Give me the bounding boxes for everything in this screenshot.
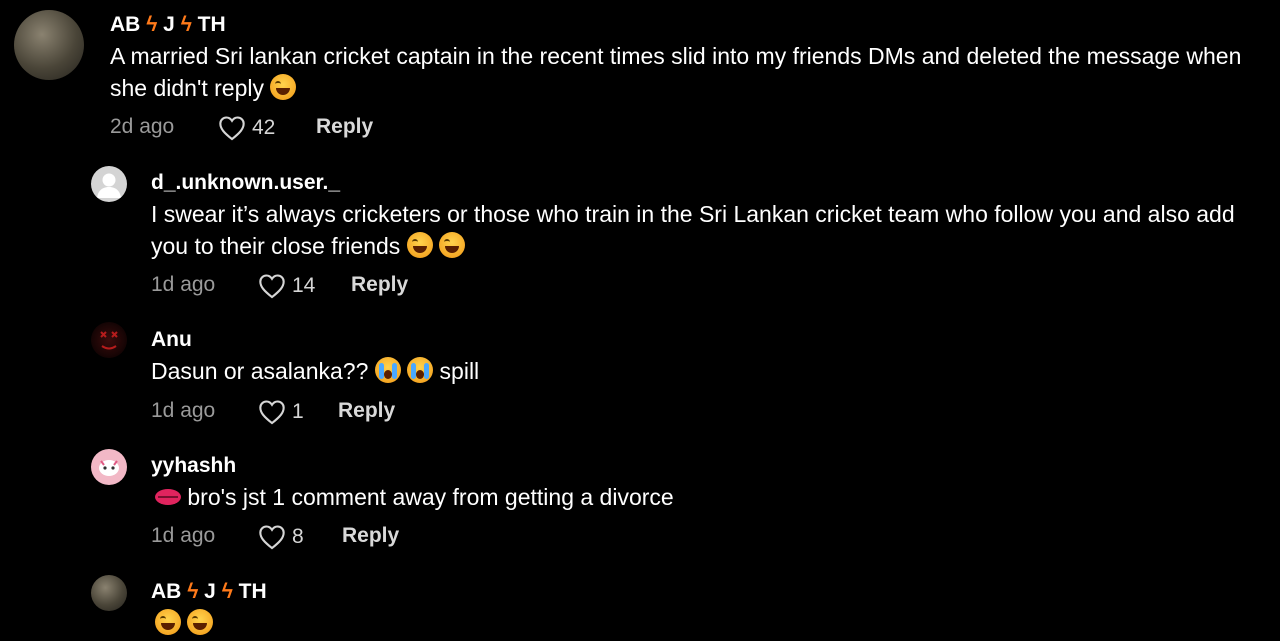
comment-text	[155, 607, 355, 639]
like-count: 1	[292, 400, 304, 423]
reply-button[interactable]: Reply	[342, 524, 399, 548]
heart-outline-icon	[259, 525, 285, 550]
comment-text: Dasun or asalanka?? spill	[151, 355, 1251, 387]
timestamp: 1d ago	[151, 399, 216, 422]
username-part: AB	[151, 580, 182, 603]
comment-text-content: Dasun or asalanka??	[151, 358, 369, 384]
avatar[interactable]	[14, 10, 84, 80]
lightning-bolt-icon: ϟ	[180, 13, 192, 36]
reply-button[interactable]: Reply	[338, 399, 395, 423]
like-button[interactable]: 8	[258, 524, 304, 550]
heart-outline-icon	[219, 116, 245, 141]
username[interactable]: AB ϟ J ϟ TH	[151, 580, 267, 604]
like-count: 14	[292, 274, 316, 297]
laughing-emoji-icon	[270, 74, 297, 100]
username[interactable]: yyhashh	[151, 454, 236, 478]
crying-emoji-icon	[374, 357, 401, 383]
laughing-emoji-icon	[439, 232, 466, 258]
like-button[interactable]: 42	[218, 115, 275, 141]
username-part: J	[163, 13, 175, 36]
lightning-bolt-icon: ϟ	[187, 580, 199, 603]
reply-button[interactable]: Reply	[316, 115, 373, 139]
username-part: AB	[110, 13, 141, 36]
avatar[interactable]	[91, 322, 127, 358]
crying-emoji-icon	[407, 357, 434, 383]
heart-outline-icon	[259, 400, 285, 425]
lightning-bolt-icon: ϟ	[221, 580, 233, 603]
like-count: 42	[252, 116, 276, 139]
comment-text-content: spill	[439, 358, 480, 384]
face-icon	[100, 331, 118, 350]
comment-text-content: bro's jst 1 comment away from getting a …	[187, 484, 674, 510]
timestamp: 1d ago	[151, 273, 216, 296]
comment-meta: 1d ago 1 Reply	[151, 399, 451, 427]
default-user-icon	[97, 173, 121, 198]
username-part: J	[204, 580, 216, 603]
comment-meta: 2d ago 42 Reply	[110, 115, 410, 143]
timestamp: 2d ago	[110, 115, 175, 138]
comment-meta: 1d ago 8 Reply	[151, 524, 451, 552]
timestamp: 1d ago	[151, 524, 216, 547]
comment-text: A married Sri lankan cricket captain in …	[110, 40, 1270, 104]
like-button[interactable]: 1	[258, 399, 304, 425]
comment-text-content: I swear it’s always cricketers or those …	[151, 201, 1235, 259]
like-button[interactable]: 14	[258, 273, 315, 299]
username-part: TH	[238, 580, 267, 603]
comment-meta: 1d ago 14 Reply	[151, 273, 451, 301]
username[interactable]: AB ϟ J ϟ TH	[110, 13, 226, 37]
username[interactable]: Anu	[151, 328, 192, 352]
lips-emoji-icon	[155, 489, 181, 505]
lightning-bolt-icon: ϟ	[146, 13, 158, 36]
character-icon	[99, 460, 119, 476]
avatar[interactable]	[91, 575, 127, 611]
avatar[interactable]	[91, 166, 127, 202]
username-part: TH	[197, 13, 226, 36]
reply-button[interactable]: Reply	[351, 273, 408, 297]
laughing-emoji-icon	[155, 609, 181, 635]
heart-outline-icon	[259, 274, 285, 299]
laughing-emoji-icon	[406, 232, 433, 258]
comment-text: bro's jst 1 comment away from getting a …	[155, 481, 1255, 513]
laughing-emoji-icon	[187, 609, 214, 635]
like-count: 8	[292, 525, 304, 548]
username[interactable]: d_.unknown.user._	[151, 171, 340, 195]
avatar[interactable]	[91, 449, 127, 485]
comment-text: I swear it’s always cricketers or those …	[151, 198, 1276, 262]
